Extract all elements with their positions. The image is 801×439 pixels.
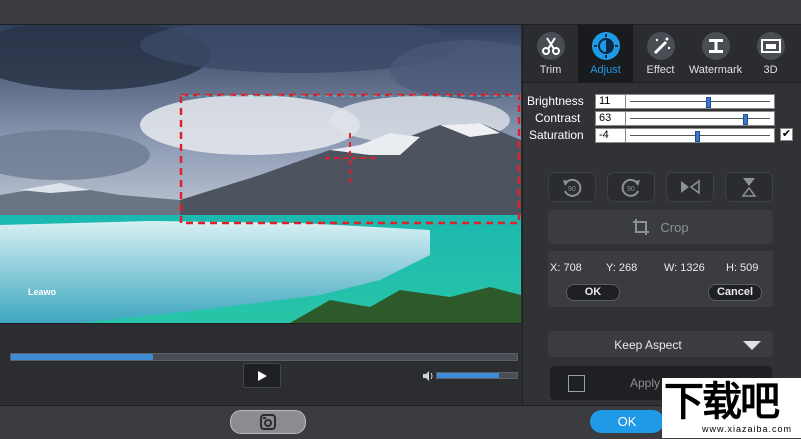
crop-h: H: 509 [726,262,759,274]
tab-effect-label: Effect [646,64,675,76]
adjust-sliders: Brightness 11 Contrast 63 Saturation -4 … [527,93,796,144]
play-icon [258,370,267,381]
video-preview[interactable]: Leawo [0,25,521,323]
saturation-label: Saturation [529,128,584,142]
crop-x: X: 708 [550,262,582,274]
contrast-slider[interactable] [625,111,775,126]
aspect-dropdown-label: Keep Aspect [614,338,682,352]
brightness-slider[interactable] [625,94,775,109]
tab-watermark[interactable]: Watermark [688,25,743,82]
playback-controls [0,323,521,406]
3d-icon [756,31,786,61]
rotate-flip-buttons: 90 90 [548,172,793,202]
title-bar [0,0,801,25]
rotate-left-button[interactable]: 90 [548,172,596,202]
flip-vertical-button[interactable] [725,172,773,202]
site-watermark: 下载吧 www.xiazaiba.com [662,378,801,438]
play-button[interactable] [243,363,281,388]
tab-adjust-label: Adjust [590,64,621,76]
magic-wand-icon [646,31,676,61]
watermark-logo-text: 下载吧 [664,379,780,425]
contrast-label: Contrast [535,111,581,125]
brightness-label: Brightness [527,94,584,108]
rotate-left-icon: 90 [563,178,582,197]
seek-progress [11,354,153,360]
contrast-value[interactable]: 63 [595,111,626,126]
adjust-checkbox[interactable]: ✔ [780,128,793,141]
volume-level [437,373,500,378]
crop-button-label: Crop [660,219,689,235]
edit-tabs: Trim Adjust Effect Watermark 3D [523,25,801,83]
brightness-icon [591,31,621,61]
contrast-row: Contrast 63 [531,110,796,127]
tab-3d[interactable]: 3D [743,25,798,82]
scissors-icon [536,31,566,61]
camera-icon [260,414,276,430]
volume-icon[interactable] [422,371,434,381]
crop-info: X: 708 Y: 268 W: 1326 H: 509 OK Cancel [548,251,773,307]
ok-button[interactable]: OK [590,410,664,433]
rotate-right-icon: 90 [621,178,640,197]
brightness-row: Brightness 11 [527,93,796,110]
crop-cancel-button[interactable]: Cancel [708,284,762,301]
aspect-dropdown[interactable]: Keep Aspect [548,331,773,357]
crop-y: Y: 268 [606,262,638,274]
saturation-thumb[interactable] [695,131,701,142]
saturation-row: Saturation -4 ✔ [529,127,796,144]
tab-3d-label: 3D [763,64,778,76]
contrast-thumb[interactable] [742,114,748,125]
tab-effect[interactable]: Effect [633,25,688,82]
saturation-value[interactable]: -4 [595,128,626,143]
crop-button[interactable]: Crop [548,210,773,244]
svg-text:90: 90 [568,186,576,193]
flip-vertical-icon [741,178,757,197]
watermark-icon [701,31,731,61]
seek-bar[interactable] [10,353,518,361]
watermark-url: www.xiazaiba.com [702,424,793,434]
tab-trim-label: Trim [539,64,562,76]
crop-w: W: 1326 [664,262,705,274]
snapshot-button[interactable] [230,410,306,434]
tab-watermark-label: Watermark [688,64,743,76]
flip-horizontal-icon [681,179,700,195]
edit-panel: Trim Adjust Effect Watermark 3D Brightne… [522,25,801,405]
flip-horizontal-button[interactable] [666,172,714,202]
apply-to-all-checkbox[interactable] [568,375,585,392]
rotate-right-button[interactable]: 90 [607,172,655,202]
tab-adjust[interactable]: Adjust [578,25,633,82]
chevron-down-icon [743,341,761,350]
preview-image: Leawo [0,25,521,323]
crop-icon [633,219,650,235]
volume-slider[interactable] [436,372,518,379]
brightness-thumb[interactable] [706,97,712,108]
brightness-value[interactable]: 11 [595,94,626,109]
svg-text:90: 90 [627,186,635,193]
saturation-slider[interactable] [625,128,775,143]
tab-trim[interactable]: Trim [523,25,578,82]
crop-ok-button[interactable]: OK [566,284,620,301]
preview-logo: Leawo [28,287,57,297]
